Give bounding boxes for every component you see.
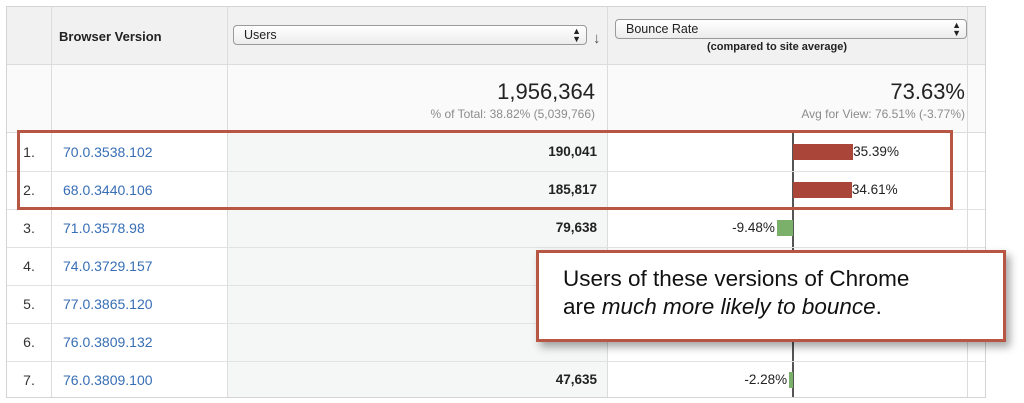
browser-version-link[interactable]: 71.0.3578.98 — [63, 220, 145, 236]
bounce-rate-percent: -2.28% — [744, 372, 788, 387]
users-value: 47,635 — [555, 372, 597, 387]
users-metric-select-value: Users — [244, 28, 277, 42]
callout-line-1: Users of these versions of Chrome — [563, 266, 910, 291]
callout-line-2: are much more likely to bounce. — [563, 293, 1003, 321]
sort-down-icon[interactable]: ↓ — [593, 30, 601, 47]
users-total: 1,956,364 — [497, 79, 595, 104]
callout-emphasis: much more likely to bounce — [601, 294, 876, 319]
browser-version-link[interactable]: 74.0.3729.157 — [63, 258, 153, 274]
bounce-rate-percent: -9.48% — [732, 220, 775, 235]
users-metric-select[interactable]: Users ▲ ▼ — [233, 25, 587, 45]
row-number: 7. — [23, 372, 35, 388]
compared-to-site-average-label: (compared to site average) — [707, 41, 847, 53]
select-arrows-icon: ▲ ▼ — [952, 20, 961, 38]
bounce-rate-total-subtitle: Avg for View: 76.51% (-3.77%) — [801, 107, 965, 121]
row-number: 3. — [23, 220, 35, 236]
select-arrows-icon: ▲ ▼ — [572, 26, 581, 44]
row-divider — [7, 361, 985, 362]
bounce-rate-bar — [776, 220, 793, 236]
browser-version-link[interactable]: 76.0.3809.100 — [63, 372, 153, 388]
callout-prefix: are — [563, 294, 602, 319]
highlight-box — [17, 130, 953, 210]
row-number: 5. — [23, 296, 35, 312]
bounce-rate-select[interactable]: Bounce Rate ▲ ▼ — [615, 19, 967, 39]
row-number: 6. — [23, 334, 35, 350]
users-value: 79,638 — [555, 220, 597, 235]
row-divider — [7, 247, 985, 248]
callout-box: Users of these versions of Chrome are mu… — [536, 250, 1006, 342]
bounce-rate-total: 73.63% — [890, 79, 965, 104]
browser-version-link[interactable]: 77.0.3865.120 — [63, 296, 153, 312]
browser-version-link[interactable]: 76.0.3809.132 — [63, 334, 153, 350]
users-total-subtitle: % of Total: 38.82% (5,039,766) — [430, 107, 595, 121]
callout-suffix: . — [875, 294, 882, 319]
browser-version-header[interactable]: Browser Version — [59, 29, 162, 44]
bounce-rate-bar — [789, 372, 793, 388]
row-number: 4. — [23, 258, 35, 274]
bounce-rate-select-value: Bounce Rate — [626, 22, 699, 36]
